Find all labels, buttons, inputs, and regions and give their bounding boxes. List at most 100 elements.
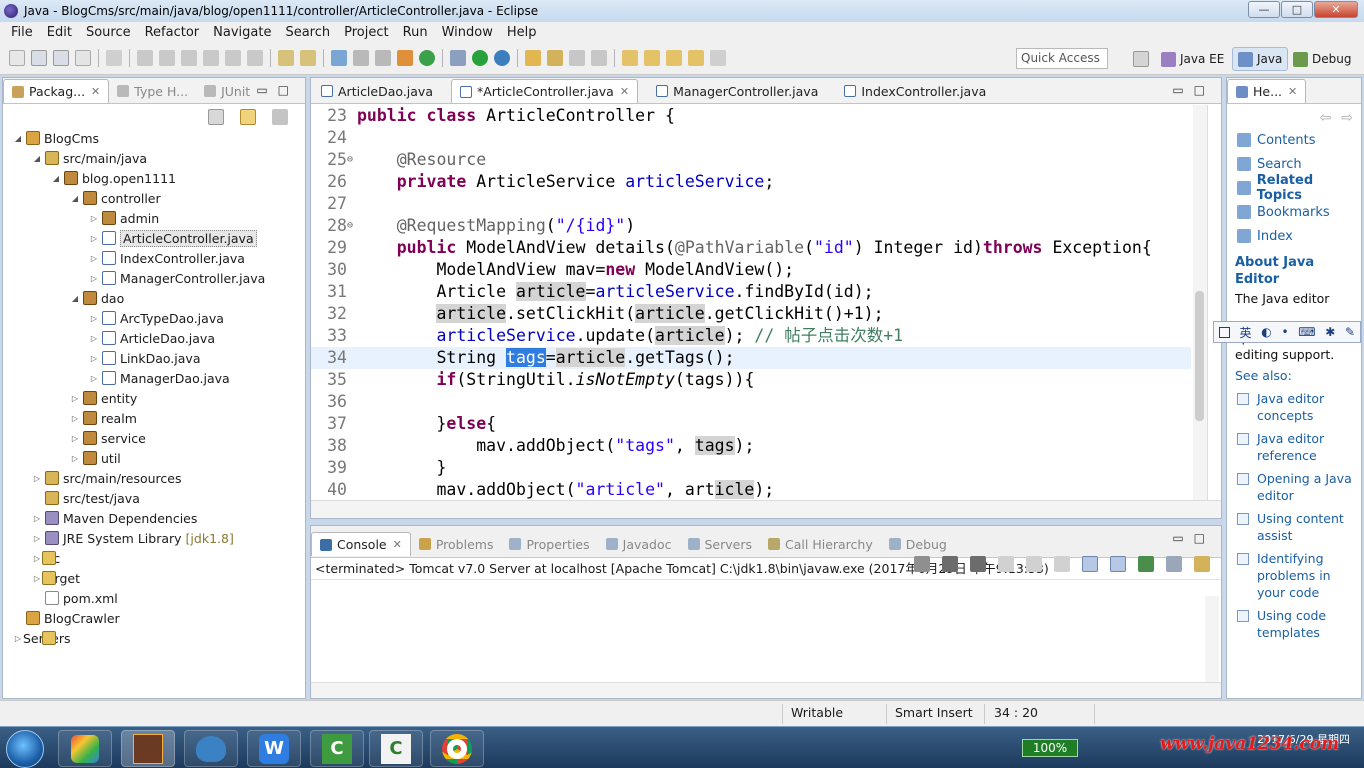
expanded-arrow-icon[interactable]: ◢ — [51, 174, 61, 183]
menu-search[interactable]: Search — [278, 25, 337, 40]
quick-access-input[interactable]: Quick Access — [1016, 48, 1108, 69]
editor-tab[interactable]: ManagerController.java — [648, 79, 826, 103]
open-console-icon[interactable] — [1194, 556, 1210, 572]
collapsed-arrow-icon[interactable]: ▷ — [32, 474, 42, 483]
menu-source[interactable]: Source — [79, 25, 138, 40]
help-link[interactable]: Identifying problems in your code — [1227, 546, 1361, 603]
show-on-output-icon[interactable] — [1082, 556, 1098, 572]
collapsed-arrow-icon[interactable]: ▷ — [32, 574, 42, 583]
tree-item[interactable]: ▷ util — [3, 448, 305, 468]
tree-item[interactable]: ▷ ArcTypeDao.java — [3, 308, 305, 328]
code-line[interactable]: 24 — [311, 127, 1191, 149]
step-into-icon[interactable] — [203, 50, 219, 66]
code-line[interactable]: 35 if(StringUtil.isNotEmpty(tags)){ — [311, 369, 1191, 391]
console-tab[interactable]: Problems — [411, 532, 502, 556]
menu-help[interactable]: Help — [500, 25, 544, 40]
code-line[interactable]: 26 private ArticleService articleService… — [311, 171, 1191, 193]
collapsed-arrow-icon[interactable]: ▷ — [89, 334, 99, 343]
save-all-icon[interactable] — [53, 50, 69, 66]
coverage-icon[interactable] — [419, 50, 435, 66]
ime-toolbar[interactable]: 英 ◐ • ⌨ ✱ ✎ — [1213, 321, 1361, 343]
help-nav-item[interactable]: Bookmarks — [1227, 200, 1361, 224]
search-icon[interactable] — [569, 50, 585, 66]
ime-settings-icon[interactable]: ✱ — [1325, 325, 1335, 339]
collapsed-arrow-icon[interactable]: ▷ — [89, 314, 99, 323]
collapsed-arrow-icon[interactable]: ▷ — [32, 514, 42, 523]
resume-icon[interactable] — [137, 50, 153, 66]
help-nav-item[interactable]: Related Topics — [1227, 173, 1361, 203]
code-line[interactable]: 30 ModelAndView mav=new ModelAndView(); — [311, 259, 1191, 281]
code-line[interactable]: 31 Article article=articleService.findBy… — [311, 281, 1191, 303]
console-tab[interactable]: Debug — [881, 532, 955, 556]
view-min-max[interactable]: ▭□ — [256, 83, 299, 97]
taskbar-chrome[interactable] — [430, 730, 484, 767]
external-tools-icon[interactable] — [494, 50, 510, 66]
tree-item[interactable]: ▷ service — [3, 428, 305, 448]
code-line[interactable]: 38 mav.addObject("tags", tags); — [311, 435, 1191, 457]
collapsed-arrow-icon[interactable]: ▷ — [89, 234, 99, 243]
code-line[interactable]: 27 — [311, 193, 1191, 215]
tree-item[interactable]: ▷ ManagerController.java — [3, 268, 305, 288]
tab-junit[interactable]: JUnit — [196, 79, 258, 103]
tree-item[interactable]: ▷ src/main/resources — [3, 468, 305, 488]
console-tab[interactable]: Servers — [680, 532, 761, 556]
expanded-arrow-icon[interactable]: ◢ — [13, 134, 23, 143]
editor-tab[interactable]: IndexController.java — [836, 79, 994, 103]
collapsed-arrow-icon[interactable]: ▷ — [13, 634, 23, 643]
expanded-arrow-icon[interactable]: ◢ — [70, 294, 80, 303]
code-line[interactable]: 37 }else{ — [311, 413, 1191, 435]
debug-icon[interactable] — [450, 50, 466, 66]
tree-item[interactable]: ◢ controller — [3, 188, 305, 208]
tree-item[interactable]: ◢ blog.open1111 — [3, 168, 305, 188]
tree-item[interactable]: ▷src — [3, 548, 305, 568]
taskbar-camtasia-1[interactable]: C — [310, 730, 364, 767]
tab-help[interactable]: He... ✕ — [1227, 79, 1307, 103]
run-icon[interactable] — [472, 50, 488, 66]
tree-item[interactable]: ▷ entity — [3, 388, 305, 408]
menu-project[interactable]: Project — [337, 25, 395, 40]
annotation-icon[interactable] — [591, 50, 607, 66]
tree-item[interactable]: BlogCrawler — [3, 608, 305, 628]
fold-toggle-icon[interactable]: ⊖ — [347, 149, 353, 171]
taskbar-wps[interactable]: W — [247, 730, 301, 767]
code-line[interactable]: 33 articleService.update(article); // 帖子… — [311, 325, 1191, 347]
code-line[interactable]: 29 public ModelAndView details(@PathVari… — [311, 237, 1191, 259]
skip-breakpoints-icon[interactable] — [106, 50, 122, 66]
tree-item[interactable]: ▷ admin — [3, 208, 305, 228]
close-button[interactable]: ✕ — [1314, 1, 1358, 18]
close-icon[interactable]: ✕ — [1288, 85, 1297, 98]
tree-item[interactable]: ▷ JRE System Library [jdk1.8] — [3, 528, 305, 548]
perspective-java-ee[interactable]: Java EE — [1156, 47, 1229, 71]
help-link[interactable]: Using code templates — [1227, 603, 1361, 643]
step-over-icon[interactable] — [225, 50, 241, 66]
collapsed-arrow-icon[interactable]: ▷ — [89, 374, 99, 383]
save-icon[interactable] — [31, 50, 47, 66]
menu-navigate[interactable]: Navigate — [206, 25, 278, 40]
link-with-editor-icon[interactable] — [240, 109, 256, 125]
taskbar-camtasia-2[interactable]: C — [369, 730, 423, 767]
console-tab[interactable]: Javadoc — [598, 532, 680, 556]
tree-item[interactable]: ▷ Maven Dependencies — [3, 508, 305, 528]
tree-item[interactable]: ▷ ArticleController.java — [3, 228, 305, 248]
tab-type-hierarchy[interactable]: Type H... — [109, 79, 196, 103]
collapse-all-icon[interactable] — [208, 109, 224, 125]
editor-min-max[interactable]: ▭□ — [1172, 83, 1215, 97]
collapsed-arrow-icon[interactable]: ▷ — [32, 554, 42, 563]
tree-item[interactable]: ◢ BlogCms — [3, 128, 305, 148]
console-hscroll[interactable] — [311, 682, 1221, 698]
editor-scrollbar[interactable] — [1193, 105, 1207, 501]
horizontal-scrollbar[interactable] — [311, 500, 1221, 518]
open-type-icon[interactable] — [525, 50, 541, 66]
tree-item[interactable]: ◢ src/main/java — [3, 148, 305, 168]
expanded-arrow-icon[interactable]: ◢ — [70, 194, 80, 203]
new-icon[interactable] — [9, 50, 25, 66]
taskbar-eclipse[interactable] — [121, 730, 175, 767]
help-link[interactable]: Java editor reference — [1227, 426, 1361, 466]
ime-tool-icon[interactable]: ✎ — [1345, 325, 1355, 339]
code-line[interactable]: 36 — [311, 391, 1191, 413]
pin-console-icon[interactable] — [1138, 556, 1154, 572]
editor-tab[interactable]: *ArticleController.java ✕ — [450, 79, 639, 103]
collapsed-arrow-icon[interactable]: ▷ — [70, 414, 80, 423]
tab-package-explorer[interactable]: Packag... ✕ — [3, 79, 110, 103]
next-annotation-icon[interactable] — [622, 50, 638, 66]
